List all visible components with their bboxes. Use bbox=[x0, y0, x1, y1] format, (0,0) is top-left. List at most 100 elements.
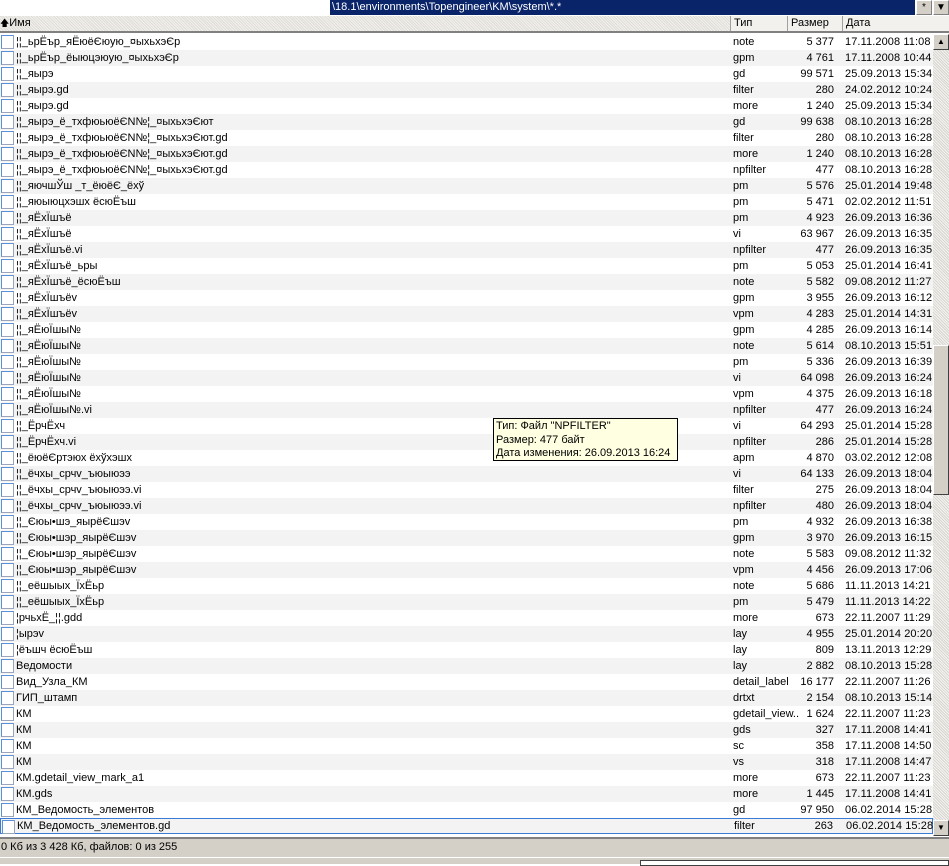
file-type: lay bbox=[733, 660, 748, 672]
file-row[interactable]: ¦¦_яЁхЇшъёv gpm 3 955 26.09.2013 16:12 bbox=[0, 290, 933, 306]
scrollbar-thumb[interactable] bbox=[933, 345, 949, 495]
file-type: more bbox=[733, 148, 759, 160]
file-row[interactable]: ¦¦_яырэ_ё_тхфюьюёЄN№¦_¤ыхьхэЄют gd 99 638 0… bbox=[0, 114, 933, 130]
file-row[interactable]: ¦¦_яЁюЇшы№ gpm 4 285 26.09.2013 16:14 bbox=[0, 322, 933, 338]
file-row[interactable]: ¦ырэv lay 4 955 25.01.2014 20:20 bbox=[0, 626, 933, 642]
file-type: drtxt bbox=[733, 692, 755, 704]
file-row[interactable]: КМ_Ведомость_элементов.gd filter 263 06.02.… bbox=[0, 818, 933, 834]
file-row[interactable]: ¦¦_Єюы•шэ_яырёЄшэv pm 4 932 26.09.2013 16:3… bbox=[0, 514, 933, 530]
file-icon bbox=[1, 787, 14, 801]
file-type: npfilter bbox=[733, 404, 767, 416]
file-row[interactable]: ¦¦_яючшЎш _т_ёюёЄ_ёхў pm 5 576 25.01.2014 1… bbox=[0, 178, 933, 194]
file-date: 09.08.2012 11:32 bbox=[845, 548, 932, 560]
file-row[interactable]: ¦¦_яЁхЇшъёv vpm 4 283 25.01.2014 14:31 bbox=[0, 306, 933, 322]
file-name: КМ.gds bbox=[16, 788, 53, 800]
file-row[interactable]: ¦¦_яЁхЇшъё vi 63 967 26.09.2013 16:35 bbox=[0, 226, 933, 242]
column-type[interactable]: Тип bbox=[730, 16, 787, 31]
file-list[interactable]: ¦¦_ьрЁър_яЁюёЄюую_¤ыхьхэЄр note 5 377 17.11… bbox=[0, 34, 933, 836]
file-size: 477 bbox=[815, 164, 834, 176]
file-row[interactable]: Вид_Узла_КМ detail_label 16 177 22.11.2007 … bbox=[0, 674, 933, 690]
file-date: 02.02.2012 11:51 bbox=[845, 196, 932, 208]
file-name: ¦¦_Єюы•шэр_яырёЄшэv bbox=[16, 564, 137, 576]
file-type: pm bbox=[733, 260, 749, 272]
file-name: КМ bbox=[16, 740, 32, 752]
vertical-scrollbar[interactable]: ▲ ▼ bbox=[933, 34, 949, 836]
file-row[interactable]: ¦¦_ЁрчЁхч vi 64 293 25.01.2014 15:28 bbox=[0, 418, 933, 434]
file-row[interactable]: ¦¦_еёшыых_ЇхЁьр note 5 686 11.11.2013 14:21 bbox=[0, 578, 933, 594]
file-icon bbox=[1, 355, 14, 369]
file-row[interactable]: ГИП_штамп drtxt 2 154 08.10.2013 15:14 bbox=[0, 690, 933, 706]
file-type: gd bbox=[733, 804, 746, 816]
file-row[interactable]: КМ.gds more 1 445 17.11.2008 14:41 bbox=[0, 786, 933, 802]
file-date: 22.11.2007 11:29 bbox=[845, 612, 931, 624]
file-row[interactable]: ¦¦_яЁюЇшы№.vi npfilter 477 26.09.2013 16:24 bbox=[0, 402, 933, 418]
file-icon bbox=[1, 643, 14, 657]
file-size: 4 456 bbox=[806, 564, 834, 576]
file-row[interactable]: ¦рчьхЁ_¦¦.gdd more 673 22.11.2007 11:29 bbox=[0, 610, 933, 626]
file-icon bbox=[1, 611, 14, 625]
column-date[interactable]: Дата bbox=[842, 16, 949, 31]
file-name: ¦¦_яЁхЇшъёv bbox=[16, 308, 78, 320]
file-name: ¦¦_Єюы•шэр_яырёЄшэv bbox=[16, 548, 137, 560]
file-row[interactable]: ¦¦_яырэ_ё_тхфюьюёЄN№¦_¤ыхьхэЄют.gd more 1 … bbox=[0, 146, 933, 162]
file-name: ¦¦_ёчхы_срчv_ъюыюээ.vi bbox=[16, 484, 142, 496]
file-row[interactable]: КМ vs 318 17.11.2008 14:47 bbox=[0, 754, 933, 770]
file-date: 08.10.2013 15:51 bbox=[845, 340, 933, 352]
file-type: gd bbox=[733, 116, 746, 128]
file-icon bbox=[1, 227, 14, 241]
current-path[interactable]: \18.1\environments\Topengineer\KM\system… bbox=[330, 0, 915, 15]
file-row[interactable]: ¦¦_яЁюЇшы№ pm 5 336 26.09.2013 16:39 bbox=[0, 354, 933, 370]
file-row[interactable]: ¦¦_яырэ.gd filter 280 24.02.2012 10:24 bbox=[0, 82, 933, 98]
file-row[interactable]: ¦¦_ЁрчЁхч.vi npfilter 286 25.01.2014 15:28 bbox=[0, 434, 933, 450]
command-line-input[interactable] bbox=[640, 860, 949, 866]
file-icon bbox=[1, 67, 14, 81]
history-dropdown-button[interactable]: ▼ bbox=[933, 0, 949, 15]
file-row[interactable]: КМ gdetail_view.. 1 624 22.11.2007 11:23 bbox=[0, 706, 933, 722]
file-type: vpm bbox=[733, 308, 754, 320]
file-row[interactable]: ¦¦_яЁюЇшы№ vpm 4 375 26.09.2013 16:18 bbox=[0, 386, 933, 402]
file-name: ¦¦_яЁхЇшъё bbox=[16, 212, 72, 224]
file-row[interactable]: КМ.gdetail_view_mark_a1 more 673 22.11.2007… bbox=[0, 770, 933, 786]
file-row[interactable]: ¦¦_ьрЁър_ёыюцэюую_¤ыхьхэЄр gpm 4 761 17.11.… bbox=[0, 50, 933, 66]
file-name: Вид_Узла_КМ bbox=[16, 676, 88, 688]
file-type: gpm bbox=[733, 292, 755, 304]
file-size: 2 882 bbox=[806, 660, 834, 672]
file-row[interactable]: КМ gds 327 17.11.2008 14:41 bbox=[0, 722, 933, 738]
filter-button[interactable]: * bbox=[916, 0, 932, 15]
file-row[interactable]: ¦¦_Єюы•шэр_яырёЄшэv vpm 4 456 26.09.2013 17… bbox=[0, 562, 933, 578]
file-row[interactable]: ¦¦_яырэ gd 99 571 25.09.2013 15:34 bbox=[0, 66, 933, 82]
file-icon bbox=[1, 627, 14, 641]
file-row[interactable]: ¦¦_яЁхЇшъё_ьры pm 5 053 25.01.2014 16:41 bbox=[0, 258, 933, 274]
file-row[interactable]: ¦¦_ёчхы_срчv_ъюыюээ.vi npfilter 480 26.09.2… bbox=[0, 498, 933, 514]
file-icon bbox=[1, 419, 14, 433]
file-row[interactable]: КМ sc 358 17.11.2008 14:50 bbox=[0, 738, 933, 754]
file-name: КМ bbox=[16, 708, 32, 720]
file-row[interactable]: ¦¦_яЁхЇшъё_ёсюЁъш note 5 582 09.08.2012 11:… bbox=[0, 274, 933, 290]
file-name: ¦¦_яЁюЇшы№ bbox=[16, 388, 81, 400]
scroll-down-icon[interactable]: ▼ bbox=[933, 820, 949, 836]
file-row[interactable]: ¦ёъшч ёсюЁъш lay 809 13.11.2013 12:29 bbox=[0, 642, 933, 658]
scroll-up-icon[interactable]: ▲ bbox=[933, 34, 949, 50]
file-row[interactable]: ¦¦_Єюы•шэр_яырёЄшэv gpm 3 970 26.09.2013 16… bbox=[0, 530, 933, 546]
file-row[interactable]: ¦¦_яЁюЇшы№ vi 64 098 26.09.2013 16:24 bbox=[0, 370, 933, 386]
file-row[interactable]: КМ_Ведомость_элементов gd 97 950 06.02.2014… bbox=[0, 802, 933, 818]
file-icon bbox=[1, 659, 14, 673]
column-name[interactable]: 🡅Имя bbox=[0, 16, 730, 31]
file-row[interactable]: ¦¦_яЁхЇшъё pm 4 923 26.09.2013 16:36 bbox=[0, 210, 933, 226]
file-icon bbox=[1, 323, 14, 337]
file-row[interactable]: ¦¦_ёчхы_срчv_ъюыюээ.vi filter 275 26.09.201… bbox=[0, 482, 933, 498]
file-row[interactable]: ¦¦_яЁхЇшъё.vi npfilter 477 26.09.2013 16:35 bbox=[0, 242, 933, 258]
column-size[interactable]: Размер bbox=[787, 16, 842, 31]
file-row[interactable]: ¦¦_ёюёЄртэюх ёхўхэшх apm 4 870 03.02.2012 1… bbox=[0, 450, 933, 466]
file-row[interactable]: ¦¦_яюыюцхэшх ёсюЁъш pm 5 471 02.02.2012 11:… bbox=[0, 194, 933, 210]
file-row[interactable]: ¦¦_яырэ.gd more 1 240 25.09.2013 15:34 bbox=[0, 98, 933, 114]
file-row[interactable]: ¦¦_яЁюЇшы№ note 5 614 08.10.2013 15:51 bbox=[0, 338, 933, 354]
file-row[interactable]: ¦¦_Єюы•шэр_яырёЄшэv note 5 583 09.08.2012 1… bbox=[0, 546, 933, 562]
file-row[interactable]: Ведомости lay 2 882 08.10.2013 15:28 bbox=[0, 658, 933, 674]
file-row[interactable]: ¦¦_ёчхы_срчv_ъюыюээ vi 64 133 26.09.2013 18… bbox=[0, 466, 933, 482]
file-row[interactable]: ¦¦_яырэ_ё_тхфюьюёЄN№¦_¤ыхьхэЄют.gd filter… bbox=[0, 130, 933, 146]
file-row[interactable]: ¦¦_еёшыых_ЇхЁьр pm 5 479 11.11.2013 14:22 bbox=[0, 594, 933, 610]
file-row[interactable]: ¦¦_яырэ_ё_тхфюьюёЄN№¦_¤ыхьхэЄют.gd npfilt… bbox=[0, 162, 933, 178]
file-size: 4 761 bbox=[806, 52, 834, 64]
file-row[interactable]: ¦¦_ьрЁър_яЁюёЄюую_¤ыхьхэЄр note 5 377 17.11… bbox=[0, 34, 933, 50]
